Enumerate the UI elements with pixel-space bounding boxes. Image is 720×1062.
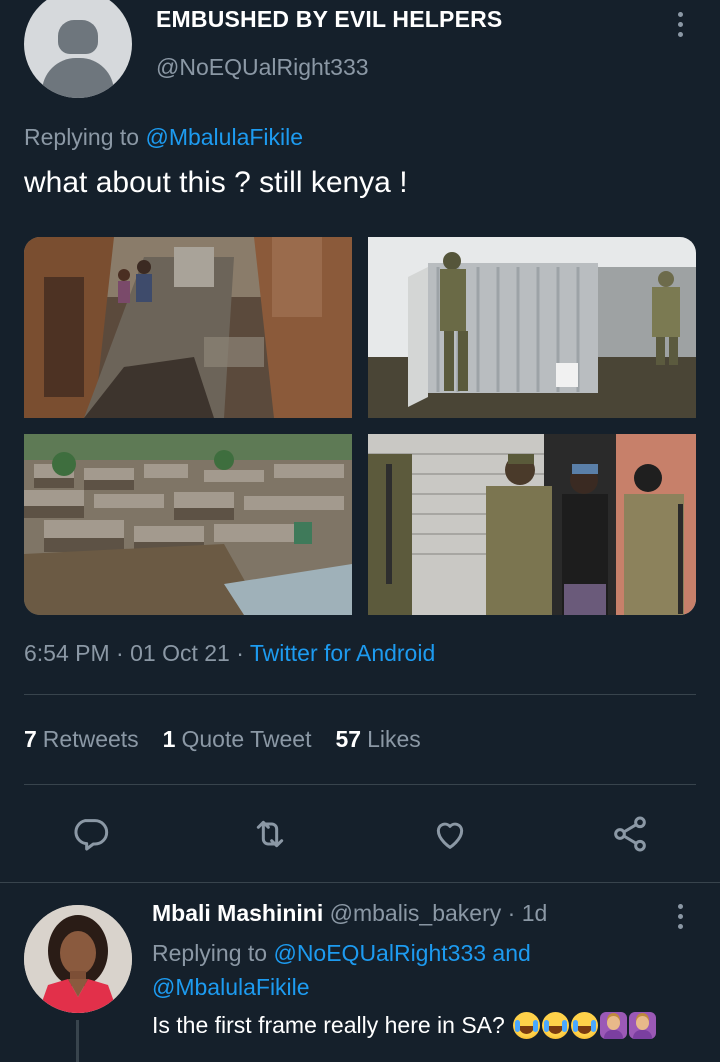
replying-to-link[interactable]: @NoEQUalRight333: [273, 940, 486, 966]
likes-stat[interactable]: 57 Likes: [335, 726, 420, 753]
divider: [0, 882, 720, 883]
retweet-icon: [256, 820, 284, 848]
reply-button[interactable]: [66, 810, 114, 858]
kenya-slum-street-photo[interactable]: [24, 237, 352, 418]
default-avatar-body: [42, 58, 114, 98]
author-handle[interactable]: @NoEQUalRight333: [156, 54, 369, 81]
quotes-count: 1: [162, 726, 176, 752]
likes-count: 57: [335, 726, 362, 752]
reply-text-content: Is the first frame really here in SA?: [152, 1012, 505, 1038]
share-button[interactable]: [606, 810, 654, 858]
tweet-source-link[interactable]: Twitter for Android: [250, 640, 435, 666]
replying-to-line: Replying to @MbalulaFikile: [24, 124, 303, 151]
reply-replying-to-line: Replying to @NoEQUalRight333 and @Mbalul…: [152, 936, 622, 1004]
like-icon: [436, 822, 464, 849]
replying-prefix: Replying to: [152, 940, 268, 966]
meta-separator: ·: [236, 640, 244, 666]
reply-author-handle[interactable]: @mbalis_bakery: [330, 900, 502, 926]
reply-header: Mbali Mashinini @mbalis_bakery · 1d: [152, 900, 547, 927]
reply-icon: [74, 819, 109, 851]
soldiers-shack-photo[interactable]: [368, 237, 696, 418]
loudly-crying-face-icon: [542, 1012, 570, 1039]
reply-time[interactable]: 1d: [522, 900, 548, 926]
tweet-time: 6:54 PM: [24, 640, 110, 666]
replying-and: and: [492, 940, 531, 966]
retweets-label: Retweets: [42, 726, 139, 752]
soldiers-door-photo[interactable]: [368, 434, 696, 615]
slum-aerial-photo[interactable]: [24, 434, 352, 615]
divider: [24, 694, 696, 695]
replying-to-link[interactable]: @MbalulaFikile: [152, 974, 310, 1000]
author-name[interactable]: EMBUSHED BY EVIL HELPERS: [156, 6, 502, 33]
like-button[interactable]: [426, 810, 474, 858]
tweet-date: 01 Oct 21: [130, 640, 230, 666]
replying-prefix: Replying to: [24, 124, 140, 150]
likes-label: Likes: [367, 726, 421, 752]
tweet-text: what about this ? still kenya !: [24, 166, 408, 199]
loudly-crying-face-icon: [513, 1012, 541, 1039]
loudly-crying-face-icon: [571, 1012, 599, 1039]
reply-text: Is the first frame really here in SA?: [152, 1012, 657, 1039]
more-icon[interactable]: [676, 12, 684, 37]
photo-grid: [24, 237, 696, 615]
retweets-stat[interactable]: 7 Retweets: [24, 726, 139, 753]
divider: [24, 784, 696, 785]
replying-to-link[interactable]: @MbalulaFikile: [145, 124, 303, 150]
quote-tweets-stat[interactable]: 1 Quote Tweet: [163, 726, 312, 753]
tweet-meta: 6:54 PM · 01 Oct 21 · Twitter for Androi…: [24, 640, 435, 667]
person-gesturing-icon: [600, 1012, 628, 1039]
reply-separator: ·: [507, 900, 516, 926]
tweet-stats: 7 Retweets 1 Quote Tweet 57 Likes: [24, 726, 421, 753]
retweet-button[interactable]: [246, 810, 294, 858]
thread-line: [76, 1020, 79, 1062]
share-icon: [614, 816, 646, 852]
reply-author-name[interactable]: Mbali Mashinini: [152, 900, 323, 926]
reply-author-avatar[interactable]: [24, 905, 132, 1013]
quotes-label: Quote Tweet: [181, 726, 312, 752]
retweets-count: 7: [24, 726, 37, 752]
meta-separator: ·: [116, 640, 124, 666]
more-icon[interactable]: [676, 904, 684, 929]
person-gesturing-icon: [629, 1012, 657, 1039]
default-avatar-head: [58, 20, 98, 54]
author-avatar[interactable]: [24, 0, 132, 98]
